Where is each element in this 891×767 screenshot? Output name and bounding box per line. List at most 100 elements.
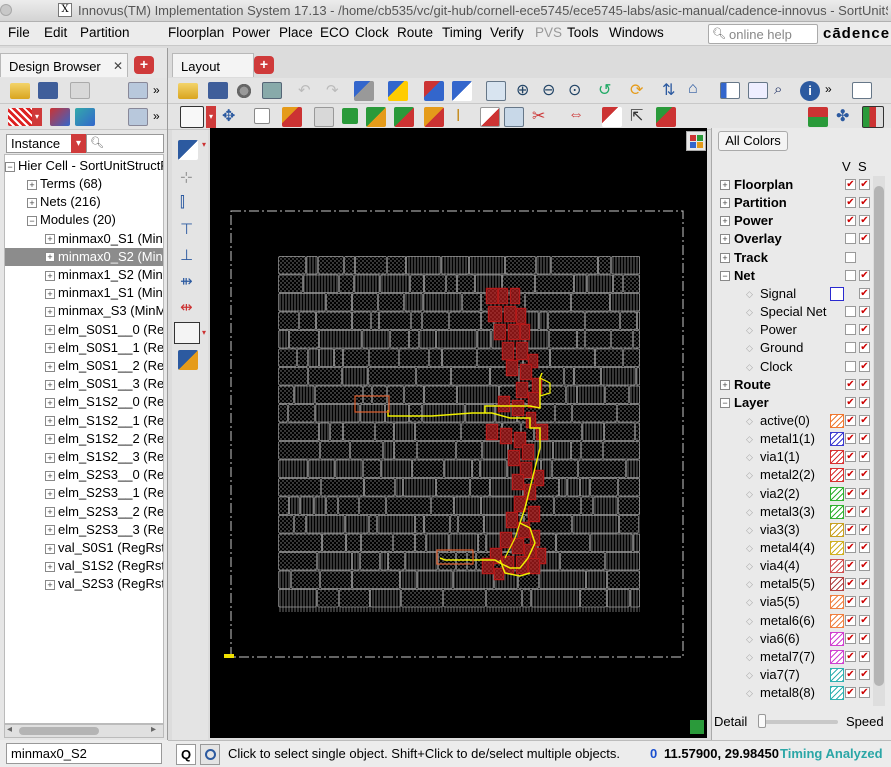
checkbox[interactable]: ✔ (845, 469, 856, 481)
expand-icon[interactable]: + (45, 234, 55, 245)
annotate-icon[interactable] (178, 350, 198, 370)
layer-row[interactable]: + Partition ✔ ✔ (712, 194, 882, 212)
checkbox[interactable] (845, 360, 856, 372)
tree-item[interactable]: + val_S0S1 (RegRst_ (5, 539, 163, 557)
tree-item[interactable]: +elm_S1S2__3 (Reg_ (5, 448, 163, 466)
zoom-out-icon[interactable]: ⊖ (542, 80, 555, 100)
save-icon[interactable] (38, 82, 58, 99)
layer-row[interactable]: ◇ via7(7) ✔ ✔ (712, 666, 882, 684)
layer-row[interactable]: ◇ metal4(4) ✔ ✔ (712, 539, 882, 557)
resize-corner-icon[interactable] (690, 720, 704, 734)
select-pointer-icon[interactable] (180, 106, 204, 128)
tree-item[interactable]: +elm_S0S1__2 (Reg_ (5, 357, 163, 375)
checkbox[interactable]: ✔ (845, 505, 856, 517)
layer-color-swatch[interactable] (830, 468, 844, 483)
expand-icon[interactable]: + (45, 361, 55, 372)
checkbox[interactable]: ✔ (845, 451, 856, 463)
zoom-box-icon[interactable] (486, 81, 506, 101)
layer-color-swatch[interactable] (830, 413, 844, 428)
checkbox[interactable]: ✔ (859, 650, 870, 662)
tree-item[interactable]: +minmax0_S1 (MinMaxUnit) (5, 230, 163, 248)
layer-row[interactable]: ◇ Ground ✔ (712, 339, 882, 357)
checkbox[interactable]: ✔ (859, 542, 870, 553)
layer-row[interactable]: − Layer ✔ ✔ (712, 394, 882, 412)
tree-item[interactable]: +minmax1_S2 (MinMaxUnit) (5, 266, 163, 284)
checkbox[interactable]: ✔ (859, 669, 870, 681)
expand-icon[interactable]: + (45, 379, 55, 390)
dropdown-arrow-icon[interactable]: ▾ (206, 106, 216, 128)
layer-row[interactable]: ◇ metal1(1) ✔ ✔ (712, 430, 882, 448)
layer-color-swatch[interactable] (830, 668, 844, 683)
align-icon[interactable]: ⊹ (180, 168, 193, 186)
tree-item[interactable]: +elm_S1S2__0 (Reg_ (5, 393, 163, 411)
add-via-icon[interactable] (394, 107, 414, 127)
layer-row[interactable]: ◇ Power ✔ (712, 321, 882, 339)
cut-icon[interactable]: ✂ (532, 106, 545, 126)
toolbar-overflow-icon[interactable]: » (153, 83, 160, 97)
layer-list-scrollbar[interactable] (873, 176, 885, 706)
undo-icon[interactable]: ↶ (298, 81, 311, 99)
checkbox[interactable]: ✔ (845, 560, 856, 572)
tree-item[interactable]: +elm_S2S3__2 (Reg_ (5, 503, 163, 521)
expand-icon[interactable]: + (720, 234, 730, 245)
menu-eco[interactable]: ECO (320, 25, 349, 40)
checkbox[interactable]: ✔ (859, 378, 870, 390)
menu-tools[interactable]: Tools (567, 25, 599, 40)
pan-icon[interactable]: ⇅ (662, 80, 675, 100)
layer-row[interactable]: ◇ via2(2) ✔ ✔ (712, 485, 882, 503)
menu-verify[interactable]: Verify (490, 25, 524, 40)
expand-icon[interactable]: + (45, 507, 55, 518)
detail-speed-slider[interactable] (758, 714, 838, 728)
home-icon[interactable]: ⌂ (688, 80, 698, 98)
collapse-icon[interactable]: − (27, 215, 37, 226)
slider-handle[interactable] (758, 714, 766, 728)
expand-icon[interactable]: + (45, 288, 55, 299)
checkbox[interactable]: ✔ (859, 451, 870, 463)
checkbox[interactable]: ✔ (845, 669, 856, 681)
checkbox[interactable]: ✔ (859, 233, 870, 245)
checkbox[interactable]: ✔ (859, 306, 870, 318)
layer-row[interactable]: + Track (712, 249, 882, 267)
all-colors-button[interactable]: All Colors (718, 131, 788, 151)
checkbox[interactable] (845, 233, 856, 245)
wire-edit-icon[interactable] (656, 107, 676, 127)
color-pattern-icon[interactable] (8, 108, 34, 126)
tree-item[interactable]: +elm_S1S2__2 (Reg_ (5, 430, 163, 448)
layer-row[interactable]: ◇ Special Net ✔ (712, 303, 882, 321)
layout-view-icon[interactable] (720, 82, 740, 99)
checkbox[interactable]: ✔ (859, 215, 870, 227)
zoom-in-icon[interactable]: ⊕ (516, 80, 529, 100)
tree-item[interactable]: +minmax1_S1 (MinMaxUnit) (5, 284, 163, 302)
zoom-fit-icon[interactable]: ⊙ (568, 80, 581, 100)
checkbox[interactable]: ✔ (845, 215, 856, 227)
menu-clock[interactable]: Clock (355, 25, 389, 40)
align-center-icon[interactable]: ⫿ (180, 194, 185, 211)
checkbox[interactable]: ✔ (859, 505, 870, 517)
menu-file[interactable]: File (8, 25, 30, 40)
checkbox[interactable]: ✔ (859, 632, 870, 644)
panel-toggle-icon[interactable] (862, 106, 884, 128)
hierarchy-icon[interactable] (128, 108, 148, 126)
layer-row[interactable]: ◇ Signal ✔ (712, 285, 882, 303)
layer-color-swatch[interactable] (830, 541, 844, 555)
online-help-search[interactable]: 🔍︎ online help (708, 24, 818, 44)
query-button[interactable]: Q (176, 744, 196, 765)
tab-layout[interactable]: Layout (172, 53, 254, 77)
gear-icon[interactable] (234, 81, 254, 101)
close-window-button[interactable] (0, 4, 12, 16)
menu-partition[interactable]: Partition (80, 25, 130, 40)
expand-icon[interactable]: + (45, 325, 55, 336)
checkbox[interactable] (845, 251, 856, 263)
pin-icon[interactable]: ⅼ (456, 106, 460, 126)
checkbox[interactable]: ✔ (859, 414, 870, 426)
expand-icon[interactable]: + (45, 434, 55, 445)
tree-item[interactable]: + val_S2S3 (RegRst_ (5, 575, 163, 593)
checkbox[interactable]: ✔ (859, 287, 870, 299)
expand-icon[interactable]: + (720, 180, 730, 190)
checkbox[interactable]: ✔ (845, 396, 856, 408)
notes-icon[interactable] (852, 82, 872, 99)
checkbox[interactable]: ✔ (845, 179, 856, 190)
zoom-previous-icon[interactable]: ↺ (598, 80, 611, 100)
delete-icon[interactable] (602, 107, 622, 127)
expand-icon[interactable]: + (720, 379, 730, 390)
